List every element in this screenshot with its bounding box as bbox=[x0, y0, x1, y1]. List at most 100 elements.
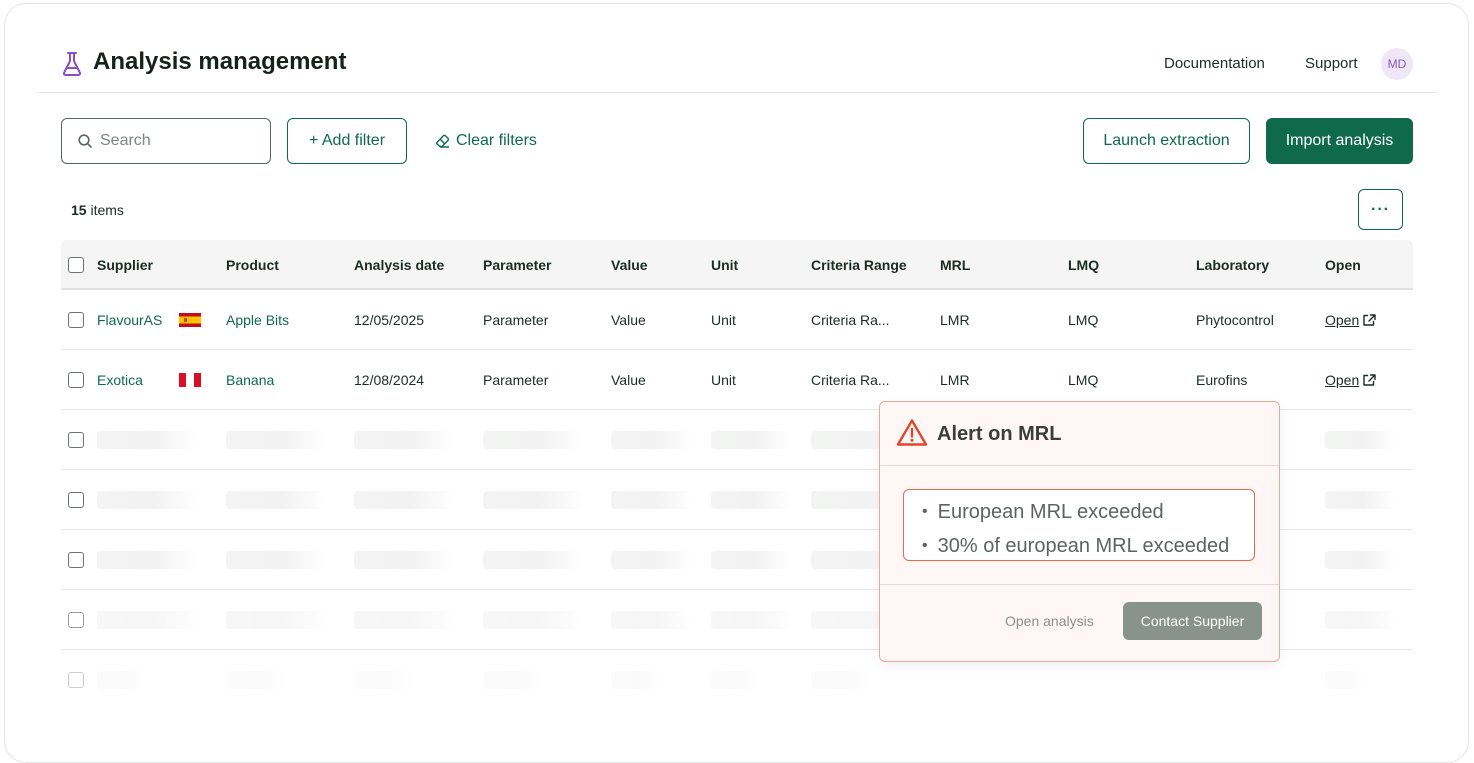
alert-header: Alert on MRL bbox=[880, 402, 1279, 466]
external-link-icon bbox=[1363, 313, 1376, 326]
laboratory-cell: Eurofins bbox=[1196, 372, 1248, 388]
skeleton-cell bbox=[483, 551, 583, 569]
contact-supplier-button[interactable]: Contact Supplier bbox=[1123, 602, 1262, 640]
skeleton-cell bbox=[354, 671, 414, 689]
row-checkbox[interactable] bbox=[68, 432, 84, 448]
col-parameter[interactable]: Parameter bbox=[483, 257, 552, 273]
skeleton-cell bbox=[97, 491, 197, 509]
alert-footer: Open analysis Contact Supplier bbox=[880, 584, 1279, 661]
col-value[interactable]: Value bbox=[611, 257, 648, 273]
row-checkbox[interactable] bbox=[68, 312, 84, 328]
unit-cell: Unit bbox=[711, 372, 736, 388]
skeleton-cell bbox=[1325, 491, 1395, 509]
lmq-cell: LMQ bbox=[1068, 312, 1099, 328]
mrl-cell: LMR bbox=[940, 372, 970, 388]
spain-flag-icon bbox=[179, 313, 201, 327]
analysis-date: 12/05/2025 bbox=[354, 312, 425, 328]
open-link[interactable]: Open bbox=[1325, 372, 1376, 388]
mrl-cell: LMR bbox=[940, 312, 970, 328]
open-analysis-link[interactable]: Open analysis bbox=[1005, 613, 1094, 629]
mrl-alert-popover: Alert on MRL European MRL exceeded 30% o… bbox=[879, 401, 1280, 662]
more-options-button[interactable]: ··· bbox=[1358, 189, 1403, 230]
page-header: Analysis management Documentation Suppor… bbox=[37, 4, 1437, 93]
skeleton-cell bbox=[354, 551, 454, 569]
external-link-icon bbox=[1363, 373, 1376, 386]
skeleton-cell bbox=[483, 671, 543, 689]
table-header: Supplier Product Analysis date Parameter… bbox=[61, 240, 1413, 290]
skeleton-cell bbox=[354, 611, 454, 629]
open-link-label: Open bbox=[1325, 312, 1360, 328]
skeleton-cell bbox=[1325, 671, 1365, 689]
skeleton-cell bbox=[611, 491, 691, 509]
criteria-cell: Criteria Ra... bbox=[811, 312, 890, 328]
col-laboratory[interactable]: Laboratory bbox=[1196, 257, 1269, 273]
support-link[interactable]: Support bbox=[1305, 55, 1358, 72]
search-icon bbox=[78, 134, 92, 148]
col-criteria-range[interactable]: Criteria Range bbox=[811, 257, 907, 273]
skeleton-cell bbox=[226, 671, 286, 689]
product-link[interactable]: Apple Bits bbox=[226, 312, 289, 328]
skeleton-cell bbox=[1325, 551, 1395, 569]
skeleton-cell bbox=[611, 431, 691, 449]
search-field[interactable] bbox=[61, 118, 271, 164]
supplier-link[interactable]: FlavourAS bbox=[97, 312, 162, 328]
warning-icon bbox=[896, 419, 928, 446]
col-unit[interactable]: Unit bbox=[711, 257, 738, 273]
skeleton-cell bbox=[97, 611, 197, 629]
skeleton-cell bbox=[483, 431, 583, 449]
skeleton-cell bbox=[97, 671, 147, 689]
skeleton-cell bbox=[226, 431, 326, 449]
col-mrl[interactable]: MRL bbox=[940, 257, 970, 273]
skeleton-cell bbox=[354, 491, 454, 509]
select-all-checkbox[interactable] bbox=[68, 257, 84, 273]
items-count: 15 items bbox=[71, 202, 124, 218]
clear-filters-button[interactable]: Clear filters bbox=[435, 132, 537, 150]
col-open[interactable]: Open bbox=[1325, 257, 1361, 273]
row-checkbox[interactable] bbox=[68, 672, 84, 688]
row-checkbox[interactable] bbox=[68, 612, 84, 628]
items-count-number: 15 bbox=[71, 202, 87, 218]
import-analysis-button[interactable]: Import analysis bbox=[1266, 118, 1413, 164]
row-checkbox[interactable] bbox=[68, 552, 84, 568]
peru-flag-icon bbox=[179, 373, 201, 387]
skeleton-cell bbox=[97, 551, 197, 569]
search-input[interactable] bbox=[100, 132, 250, 150]
open-link[interactable]: Open bbox=[1325, 312, 1376, 328]
skeleton-cell bbox=[611, 551, 691, 569]
skeleton-cell bbox=[711, 491, 791, 509]
col-product[interactable]: Product bbox=[226, 257, 279, 273]
add-filter-button[interactable]: + Add filter bbox=[287, 118, 407, 164]
skeleton-cell bbox=[711, 431, 791, 449]
product-link[interactable]: Banana bbox=[226, 372, 274, 388]
row-checkbox[interactable] bbox=[68, 372, 84, 388]
col-analysis-date[interactable]: Analysis date bbox=[354, 257, 444, 273]
row-checkbox[interactable] bbox=[68, 492, 84, 508]
skeleton-cell bbox=[711, 551, 791, 569]
skeleton-cell bbox=[483, 611, 583, 629]
table-row[interactable]: FlavourAS Apple Bits 12/05/2025 Paramete… bbox=[61, 290, 1413, 350]
alert-title: Alert on MRL bbox=[937, 423, 1062, 445]
parameter-cell: Parameter bbox=[483, 372, 549, 388]
skeleton-cell bbox=[483, 491, 583, 509]
unit-cell: Unit bbox=[711, 312, 736, 328]
skeleton-cell bbox=[226, 491, 326, 509]
skeleton-cell bbox=[226, 611, 326, 629]
page-title: Analysis management bbox=[93, 48, 347, 75]
alert-messages: European MRL exceeded 30% of european MR… bbox=[903, 489, 1255, 561]
skeleton-cell bbox=[354, 431, 454, 449]
avatar[interactable]: MD bbox=[1381, 48, 1413, 80]
skeleton-cell bbox=[1325, 431, 1395, 449]
col-supplier[interactable]: Supplier bbox=[97, 257, 153, 273]
alert-message: European MRL exceeded bbox=[922, 496, 1254, 530]
launch-extraction-button[interactable]: Launch extraction bbox=[1083, 118, 1250, 164]
skeleton-cell bbox=[97, 431, 197, 449]
skeleton-cell bbox=[711, 611, 791, 629]
supplier-link[interactable]: Exotica bbox=[97, 372, 143, 388]
documentation-link[interactable]: Documentation bbox=[1164, 55, 1265, 72]
value-cell: Value bbox=[611, 372, 646, 388]
laboratory-cell: Phytocontrol bbox=[1196, 312, 1274, 328]
skeleton-cell bbox=[611, 611, 691, 629]
criteria-cell: Criteria Ra... bbox=[811, 372, 890, 388]
col-lmq[interactable]: LMQ bbox=[1068, 257, 1099, 273]
skeleton-cell bbox=[1325, 611, 1395, 629]
